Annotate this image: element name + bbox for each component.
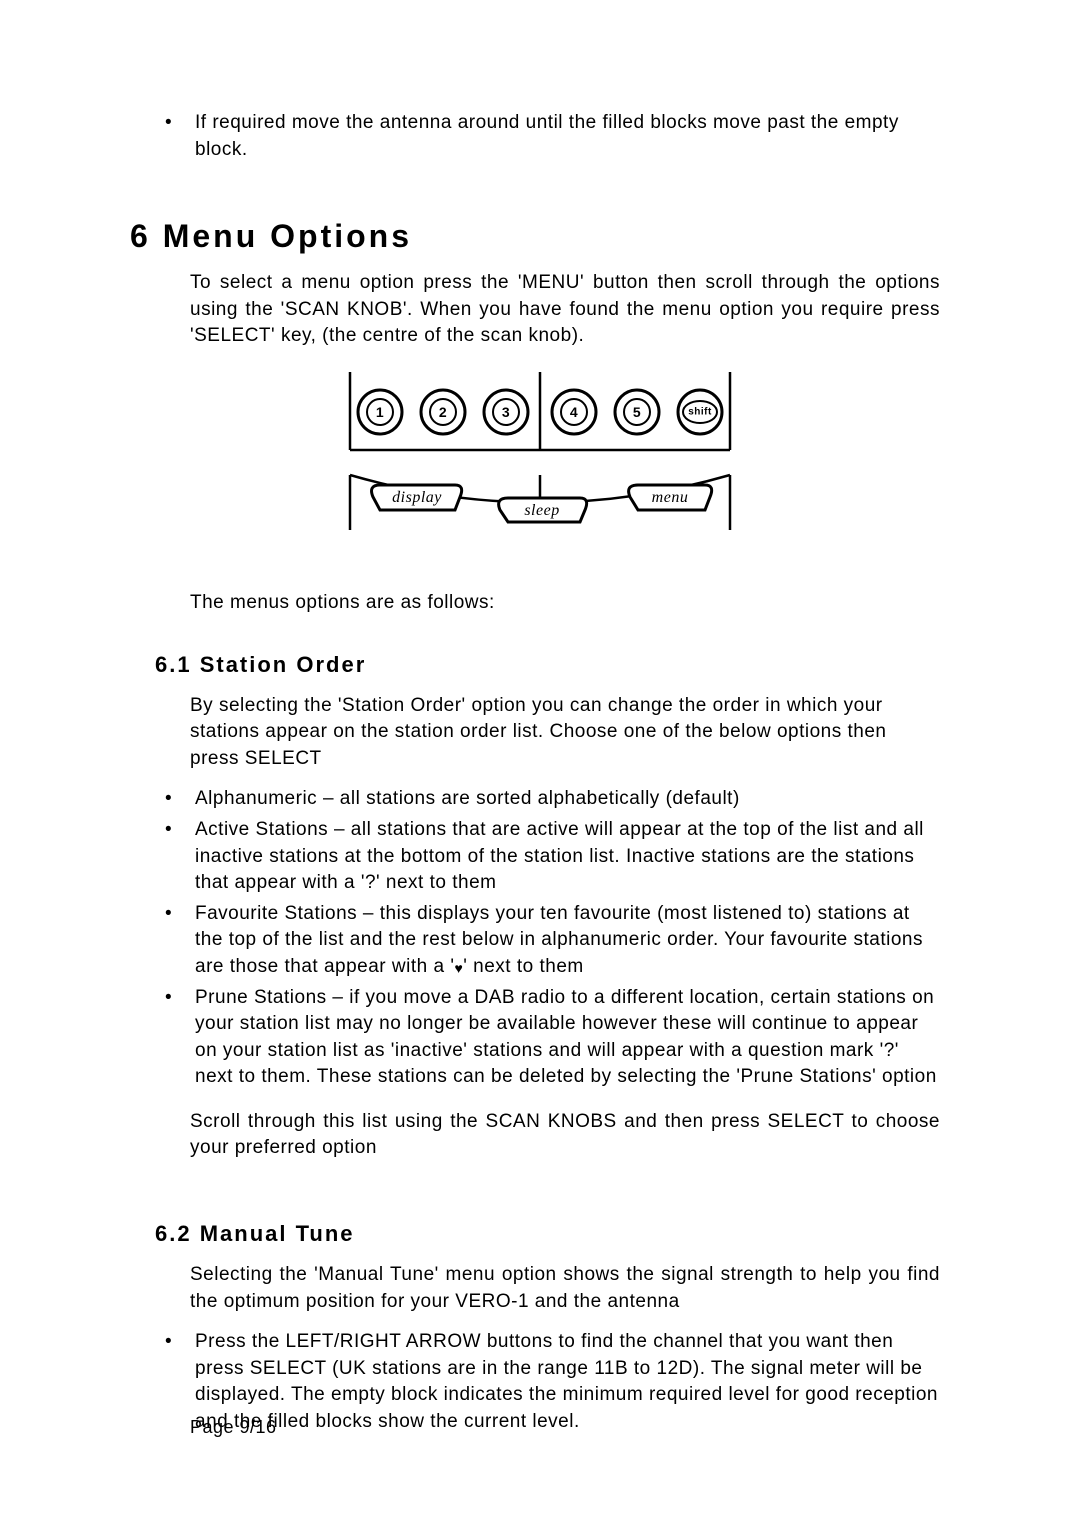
- station-order-list: Alphanumeric – all stations are sorted a…: [165, 786, 940, 1091]
- preset-button-2: 2: [421, 390, 465, 434]
- section-6-after-diagram: The menus options are as follows:: [190, 590, 940, 617]
- carryover-bullet: If required move the antenna around unti…: [165, 110, 940, 163]
- button-panel-diagram: 1 2 3 4 5: [340, 370, 740, 550]
- page: If required move the antenna around unti…: [0, 0, 1080, 1528]
- carryover-bullet-list: If required move the antenna around unti…: [165, 110, 940, 163]
- manual-tune-bullet: Press the LEFT/RIGHT ARROW buttons to fi…: [165, 1329, 940, 1435]
- preset-button-5: 5: [615, 390, 659, 434]
- svg-text:display: display: [392, 489, 442, 506]
- svg-text:shift: shift: [688, 406, 712, 417]
- station-order-active: Active Stations – all stations that are …: [165, 817, 940, 897]
- sleep-tab: sleep: [499, 498, 587, 522]
- station-order-favourite: Favourite Stations – this displays your …: [165, 901, 940, 981]
- section-6-1-outro: Scroll through this list using the SCAN …: [190, 1109, 940, 1162]
- svg-text:3: 3: [502, 404, 510, 420]
- svg-text:1: 1: [376, 404, 384, 420]
- manual-tune-list: Press the LEFT/RIGHT ARROW buttons to fi…: [165, 1329, 940, 1435]
- station-order-alphanumeric: Alphanumeric – all stations are sorted a…: [165, 786, 940, 813]
- page-footer: Page 9/16: [190, 1417, 277, 1438]
- display-tab: display: [372, 485, 462, 510]
- svg-text:sleep: sleep: [524, 502, 559, 519]
- svg-text:menu: menu: [652, 489, 689, 506]
- heading-section-6-2: 6.2 Manual Tune: [155, 1221, 950, 1247]
- shift-button: shift: [678, 390, 722, 434]
- preset-button-3: 3: [484, 390, 528, 434]
- menu-tab: menu: [629, 485, 712, 510]
- svg-text:2: 2: [439, 404, 447, 420]
- svg-text:5: 5: [633, 404, 641, 420]
- svg-text:4: 4: [570, 404, 578, 420]
- section-6-1-intro: By selecting the 'Station Order' option …: [190, 693, 940, 773]
- section-6-intro: To select a menu option press the 'MENU'…: [190, 270, 940, 350]
- section-6-2-intro: Selecting the 'Manual Tune' menu option …: [190, 1262, 940, 1315]
- heading-section-6-1: 6.1 Station Order: [155, 652, 950, 678]
- preset-button-1: 1: [358, 390, 402, 434]
- preset-button-4: 4: [552, 390, 596, 434]
- heart-icon: ♥: [454, 960, 463, 976]
- station-order-prune: Prune Stations – if you move a DAB radio…: [165, 985, 940, 1091]
- fav-text-post: ' next to them: [463, 956, 583, 977]
- heading-section-6: 6 Menu Options: [130, 218, 950, 255]
